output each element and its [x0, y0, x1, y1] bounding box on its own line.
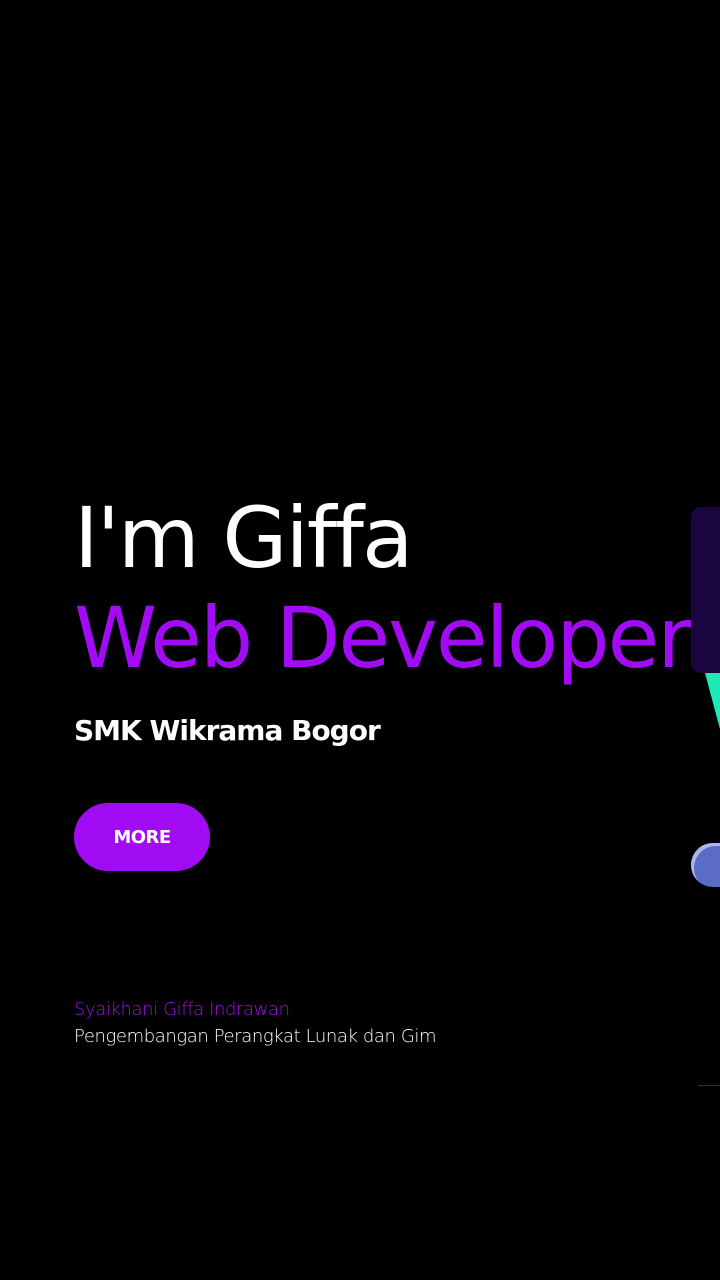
illustration-card — [691, 507, 720, 673]
page: I'm Giffa Web Developer SMK Wikrama Bogo… — [0, 0, 720, 1280]
illustration-teal-shape — [705, 673, 720, 763]
hero-school: SMK Wikrama Bogor — [74, 714, 381, 747]
footer-major: Pengembangan Perangkat Lunak dan Gim — [74, 1026, 437, 1047]
more-button[interactable]: MORE — [74, 803, 210, 871]
footer-name: Syaikhani Giffa Indrawan — [74, 999, 290, 1020]
hero-greeting: I'm Giffa — [74, 489, 413, 587]
hero-role: Web Developer — [74, 589, 692, 687]
illustration-blob — [691, 843, 720, 887]
hero-section: I'm Giffa Web Developer — [74, 490, 720, 686]
divider-line — [698, 1085, 720, 1086]
